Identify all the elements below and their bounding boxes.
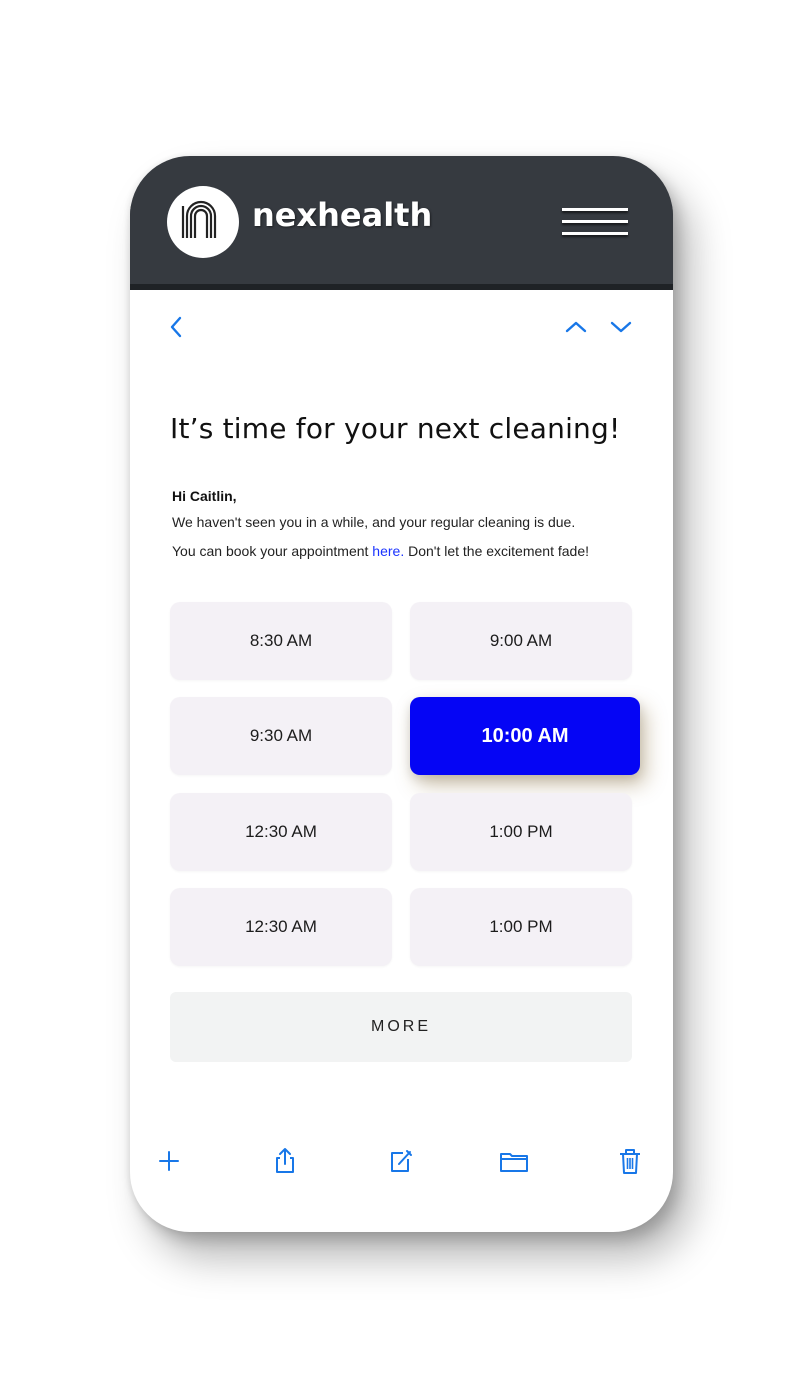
chevron-left-icon[interactable] — [161, 312, 191, 342]
nexhealth-logo[interactable] — [167, 186, 239, 258]
email-greeting: Hi Caitlin, — [172, 488, 237, 504]
phone-frame: nexhealth It’s time for your next cleani… — [130, 156, 673, 1232]
time-slot-button[interactable]: 1:00 PM — [410, 793, 632, 871]
email-body-line-1: We haven't seen you in a while, and your… — [172, 514, 576, 530]
brand-name: nexhealth — [252, 196, 433, 234]
trash-icon[interactable] — [615, 1146, 645, 1176]
time-slot-button-selected[interactable]: 10:00 AM — [410, 697, 640, 775]
app-header: nexhealth — [130, 156, 673, 284]
share-icon[interactable] — [270, 1146, 300, 1176]
time-slot-button[interactable]: 1:00 PM — [410, 888, 632, 966]
time-slot-button[interactable]: 9:00 AM — [410, 602, 632, 680]
booking-link[interactable]: here. — [372, 543, 404, 559]
time-slot-button[interactable]: 12:30 AM — [170, 888, 392, 966]
folder-icon[interactable] — [498, 1146, 528, 1176]
email-title: It’s time for your next cleaning! — [170, 412, 621, 445]
time-slot-button[interactable]: 8:30 AM — [170, 602, 392, 680]
time-slot-button[interactable]: 9:30 AM — [170, 697, 392, 775]
chevron-up-icon[interactable] — [561, 312, 591, 342]
email-body-text: Don't let the excitement fade! — [404, 543, 589, 559]
hamburger-menu-icon[interactable] — [562, 206, 628, 240]
email-body-text: You can book your appointment — [172, 543, 373, 559]
compose-icon[interactable] — [386, 1146, 416, 1176]
time-slot-button[interactable]: 12:30 AM — [170, 793, 392, 871]
chevron-down-icon[interactable] — [606, 312, 636, 342]
bottom-toolbar — [130, 1146, 673, 1180]
email-body-line-2: You can book your appointment here. Don'… — [172, 543, 589, 559]
more-times-button[interactable]: MORE — [170, 992, 632, 1062]
nexhealth-n-logo-icon — [181, 200, 217, 238]
email-nav-bar — [130, 312, 673, 342]
plus-icon[interactable] — [154, 1146, 184, 1176]
